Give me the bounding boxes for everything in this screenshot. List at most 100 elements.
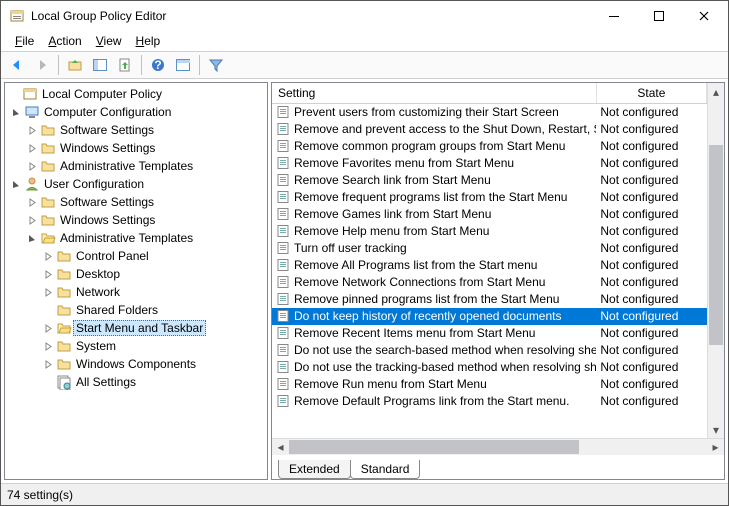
tree-comp-windows[interactable]: Windows Settings [5,139,267,157]
expand-icon[interactable] [41,324,55,333]
tree-shared-folders[interactable]: Shared Folders [5,301,267,319]
setting-icon [276,377,290,391]
tree-system[interactable]: System [5,337,267,355]
collapse-icon[interactable] [9,108,23,117]
maximize-button[interactable] [636,2,681,30]
window: Local Group Policy Editor File Action Vi… [0,0,729,506]
setting-icon [276,207,290,221]
folder-icon [55,284,73,300]
list-row[interactable]: Remove Favorites menu from Start MenuNot… [272,155,707,172]
setting-text: Do not use the search-based method when … [294,343,596,357]
menu-action[interactable]: Action [42,33,87,49]
expand-icon[interactable] [25,216,39,225]
minimize-button[interactable] [591,2,636,30]
list-row[interactable]: Remove Run menu from Start MenuNot confi… [272,376,707,393]
tab-extended[interactable]: Extended [278,460,351,479]
collapse-icon[interactable] [9,180,23,189]
list-row[interactable]: Remove and prevent access to the Shut Do… [272,121,707,138]
tree-comp-adm[interactable]: Administrative Templates [5,157,267,175]
state-text: Not configured [596,155,706,172]
tree-panel[interactable]: Local Computer Policy Computer Configura… [4,82,268,480]
state-text: Not configured [596,240,706,257]
folder-icon [39,158,57,174]
scroll-thumb[interactable] [289,440,579,454]
list-row[interactable]: Remove frequent programs list from the S… [272,189,707,206]
state-text: Not configured [596,206,706,223]
state-text: Not configured [596,308,706,325]
list-row[interactable]: Remove Search link from Start MenuNot co… [272,172,707,189]
export-list-button[interactable] [113,54,137,76]
state-text: Not configured [596,342,706,359]
setting-text: Remove pinned programs list from the Sta… [294,292,559,306]
help-button[interactable]: ? [146,54,170,76]
setting-icon [276,156,290,170]
setting-icon [276,105,290,119]
list-row[interactable]: Remove Recent Items menu from Start Menu… [272,325,707,342]
list-row[interactable]: Do not use the search-based method when … [272,342,707,359]
scroll-left-button[interactable]: ◂ [272,439,289,455]
horizontal-scrollbar[interactable]: ◂ ▸ [272,438,724,455]
tree-start-menu-taskbar[interactable]: Start Menu and Taskbar [5,319,267,337]
menu-help[interactable]: Help [130,33,167,49]
list-row[interactable]: Do not use the tracking-based method whe… [272,359,707,376]
col-state[interactable]: State [596,83,706,104]
col-setting[interactable]: Setting [272,83,596,104]
list-row[interactable]: Remove common program groups from Start … [272,138,707,155]
setting-icon [276,360,290,374]
tree-windows-components[interactable]: Windows Components [5,355,267,373]
expand-icon[interactable] [41,270,55,279]
forward-button[interactable] [30,54,54,76]
tabs: Extended Standard [272,455,724,479]
setting-text: Remove Run menu from Start Menu [294,377,487,391]
list-row[interactable]: Remove Games link from Start MenuNot con… [272,206,707,223]
tree-user-adm[interactable]: Administrative Templates [5,229,267,247]
tree-control-panel[interactable]: Control Panel [5,247,267,265]
menu-view[interactable]: View [90,33,128,49]
list-view[interactable]: Setting State Prevent users from customi… [272,83,707,438]
list-row[interactable]: Remove Help menu from Start MenuNot conf… [272,223,707,240]
collapse-icon[interactable] [25,234,39,243]
setting-icon [276,343,290,357]
tree-label: Windows Components [73,356,199,372]
list-row[interactable]: Remove Network Connections from Start Me… [272,274,707,291]
expand-icon[interactable] [25,198,39,207]
list-row[interactable]: Remove pinned programs list from the Sta… [272,291,707,308]
expand-icon[interactable] [25,144,39,153]
show-hide-tree-button[interactable] [88,54,112,76]
scroll-right-button[interactable]: ▸ [707,439,724,455]
vertical-scrollbar[interactable]: ▴ ▾ [707,83,724,438]
folder-icon [55,266,73,282]
list-row[interactable]: Remove All Programs list from the Start … [272,257,707,274]
list-row[interactable]: Prevent users from customizing their Sta… [272,104,707,121]
tree-root[interactable]: Local Computer Policy [5,85,267,103]
expand-icon[interactable] [41,252,55,261]
list-row[interactable]: Turn off user trackingNot configured [272,240,707,257]
tree-all-settings[interactable]: All Settings [5,373,267,391]
tree-comp-software[interactable]: Software Settings [5,121,267,139]
tree-user-config[interactable]: User Configuration [5,175,267,193]
tree-label: Computer Configuration [41,104,174,120]
scroll-down-button[interactable]: ▾ [708,421,724,438]
properties-button[interactable] [171,54,195,76]
expand-icon[interactable] [41,342,55,351]
tree-user-software[interactable]: Software Settings [5,193,267,211]
body: Local Computer Policy Computer Configura… [1,79,728,483]
up-button[interactable] [63,54,87,76]
scroll-thumb[interactable] [709,145,723,345]
expand-icon[interactable] [25,126,39,135]
tab-standard[interactable]: Standard [350,460,421,479]
tree-network[interactable]: Network [5,283,267,301]
tree-computer-config[interactable]: Computer Configuration [5,103,267,121]
tree-desktop[interactable]: Desktop [5,265,267,283]
list-row[interactable]: Do not keep history of recently opened d… [272,308,707,325]
close-button[interactable] [681,2,726,30]
filter-button[interactable] [204,54,228,76]
tree-user-windows[interactable]: Windows Settings [5,211,267,229]
scroll-up-button[interactable]: ▴ [708,83,724,100]
expand-icon[interactable] [25,162,39,171]
menu-file[interactable]: File [9,33,40,49]
back-button[interactable] [5,54,29,76]
list-row[interactable]: Remove Default Programs link from the St… [272,393,707,410]
expand-icon[interactable] [41,360,55,369]
expand-icon[interactable] [41,288,55,297]
